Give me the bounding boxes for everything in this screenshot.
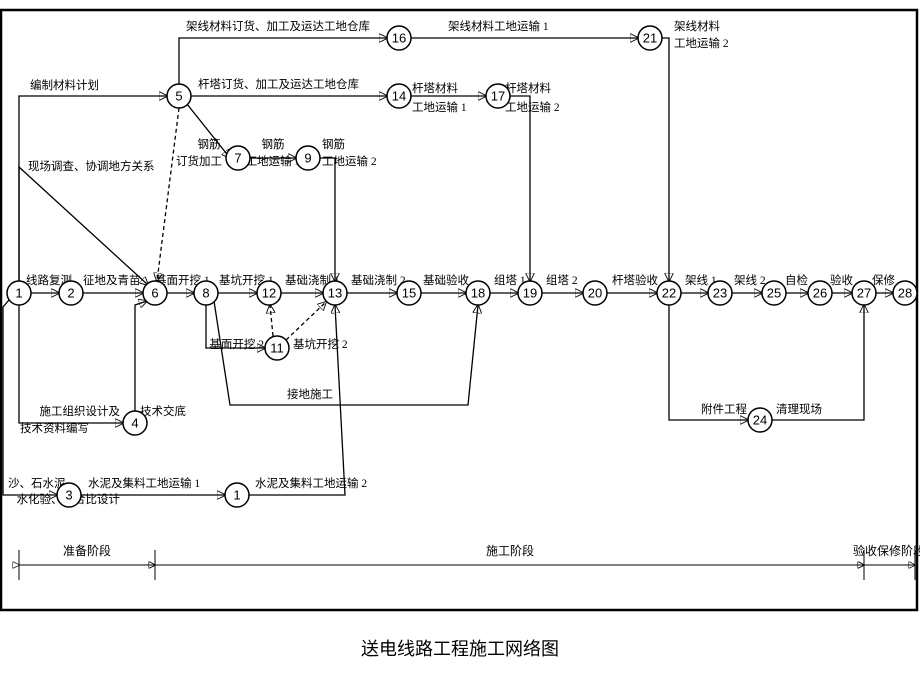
lbl-10-13: 水泥及集料工地运输 2	[255, 476, 367, 490]
svg-text:1: 1	[15, 286, 22, 301]
network-diagram: 线路复测 征地及青苗 编制材料计划 现场调查、协调地方关系 施工组织设计及 技术…	[0, 0, 920, 690]
lbl-2-6: 征地及青苗	[83, 274, 141, 287]
lbl-26-27: 验收	[830, 273, 853, 287]
lbl-17a: 杆塔材料	[505, 81, 551, 95]
svg-text:23: 23	[713, 286, 727, 301]
svg-text:验收保修阶段: 验收保修阶段	[853, 543, 920, 558]
phase-axis: 准备阶段 施工阶段 验收保修阶段	[19, 543, 920, 580]
lbl-25-26: 自检	[785, 273, 808, 287]
svg-text:18: 18	[471, 286, 485, 301]
svg-text:施工阶段: 施工阶段	[486, 543, 534, 558]
lbl-3-10: 水泥及集料工地运输 1	[88, 476, 200, 490]
lbl-19-20: 组塔 2	[546, 273, 578, 287]
edge-1-5	[19, 96, 167, 281]
lbl-24-27: 清理现场	[776, 402, 822, 416]
edge-5-16	[179, 38, 387, 84]
edge-1-6	[19, 167, 148, 285]
lbl-1-4a: 施工组织设计及	[40, 404, 121, 418]
svg-text:2: 2	[67, 286, 74, 301]
svg-text:22: 22	[662, 286, 676, 301]
edge-9-13	[320, 158, 335, 281]
lbl-11a: 基面开挖 2	[209, 337, 264, 351]
lbl-1-4b: 技术资料编写	[20, 421, 89, 435]
lbl-7a: 钢筋	[262, 137, 285, 151]
lbl-7b: 工地运输 1	[246, 154, 301, 168]
lbl-5-7b: 订货加工	[176, 154, 222, 168]
svg-text:26: 26	[813, 286, 827, 301]
svg-text:5: 5	[175, 89, 182, 104]
svg-text:4: 4	[131, 416, 138, 431]
lbl-14b: 工地运输 1	[412, 100, 467, 114]
lbl-17b: 工地运输 2	[505, 100, 560, 114]
edge-11-12	[270, 305, 273, 336]
svg-text:17: 17	[491, 89, 505, 104]
lbl-8-18: 接地施工	[287, 388, 333, 401]
edge-17-19	[510, 96, 530, 281]
edge-11-13	[286, 302, 326, 340]
lbl-11b: 基坑开挖 2	[293, 337, 348, 351]
lbl-9b: 工地运输 2	[322, 154, 377, 168]
lbl-16-21: 架线材料工地运输 1	[448, 19, 549, 33]
svg-text:15: 15	[402, 286, 416, 301]
svg-text:9: 9	[304, 151, 311, 166]
edge-24-27	[772, 305, 864, 420]
edge-22-24	[669, 305, 748, 420]
svg-text:8: 8	[202, 286, 209, 301]
svg-text:28: 28	[898, 286, 912, 301]
lbl-5-14: 杆塔订货、加工及运达工地仓库	[198, 77, 359, 91]
svg-text:准备阶段: 准备阶段	[63, 543, 111, 558]
svg-text:11: 11	[270, 341, 284, 356]
lbl-9a: 钢筋	[322, 137, 345, 151]
lbl-23-25: 架线 2	[734, 273, 766, 287]
svg-text:20: 20	[588, 286, 602, 301]
nodes: 1 2 3 4 5 6 7 8 9 1 11 12 13 14 15 16 17…	[7, 26, 917, 507]
svg-text:7: 7	[234, 151, 241, 166]
lbl-15-18: 基础验收	[423, 273, 469, 287]
lbl-20-22: 杆塔验收	[612, 273, 658, 287]
svg-text:1: 1	[233, 488, 240, 503]
edge-5-6-dummy	[157, 108, 179, 281]
svg-text:24: 24	[753, 413, 767, 428]
lbl-21-22a: 架线材料	[674, 19, 720, 33]
lbl-5-16: 架线材料订货、加工及运达工地仓库	[186, 19, 370, 33]
svg-text:6: 6	[151, 286, 158, 301]
svg-text:12: 12	[262, 286, 276, 301]
lbl-27-28: 保修	[872, 273, 895, 287]
svg-text:3: 3	[65, 488, 72, 503]
edge-21-22	[662, 38, 669, 281]
lbl-4-6: 技术交底	[140, 404, 186, 418]
svg-text:25: 25	[767, 286, 781, 301]
lbl-1-3a: 沙、石水泥	[8, 477, 66, 490]
lbl-13-15: 基础浇制 2	[351, 274, 406, 287]
svg-text:27: 27	[857, 286, 871, 301]
lbl-21-22b: 工地运输 2	[674, 36, 729, 50]
lbl-5-7a: 钢筋	[198, 137, 221, 151]
svg-text:19: 19	[523, 286, 537, 301]
lbl-14a: 杆塔材料	[412, 81, 458, 95]
edge-8-18	[214, 301, 478, 405]
svg-text:16: 16	[392, 31, 406, 46]
svg-text:14: 14	[392, 89, 406, 104]
svg-text:21: 21	[643, 31, 657, 46]
diagram-title: 送电线路工程施工网络图	[361, 639, 559, 659]
lbl-22-24: 附件工程	[701, 402, 747, 416]
edge-4-6	[135, 301, 147, 411]
svg-text:13: 13	[328, 286, 342, 301]
lbl-1-5: 编制材料计划	[30, 78, 99, 92]
edge-1-3	[3, 300, 57, 495]
lbl-1-6: 现场调查、协调地方关系	[28, 159, 155, 173]
frame	[1, 10, 917, 610]
